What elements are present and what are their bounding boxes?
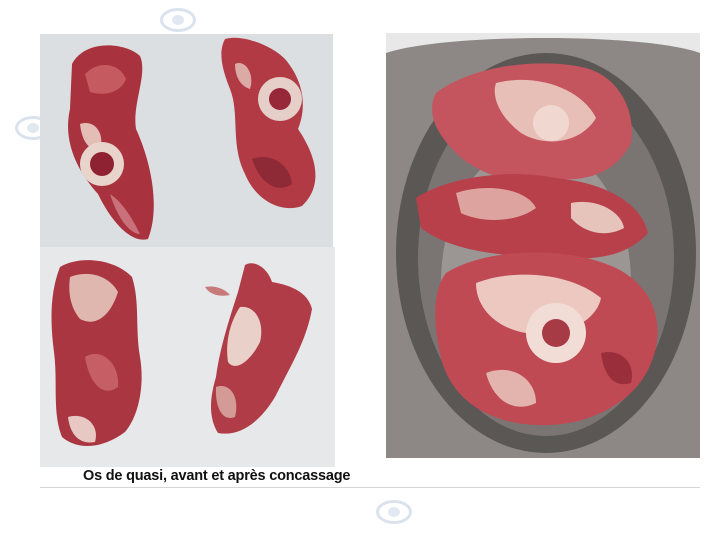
watermark-logo bbox=[160, 8, 196, 32]
photo-bones-before-bottom bbox=[40, 247, 335, 467]
divider-line bbox=[40, 487, 700, 488]
figure-caption: Os de quasi, avant et après concassage bbox=[83, 468, 351, 484]
watermark-logo bbox=[376, 500, 412, 524]
photo-bones-before-top bbox=[40, 34, 333, 247]
photo-bones-after-crushing bbox=[386, 33, 700, 458]
